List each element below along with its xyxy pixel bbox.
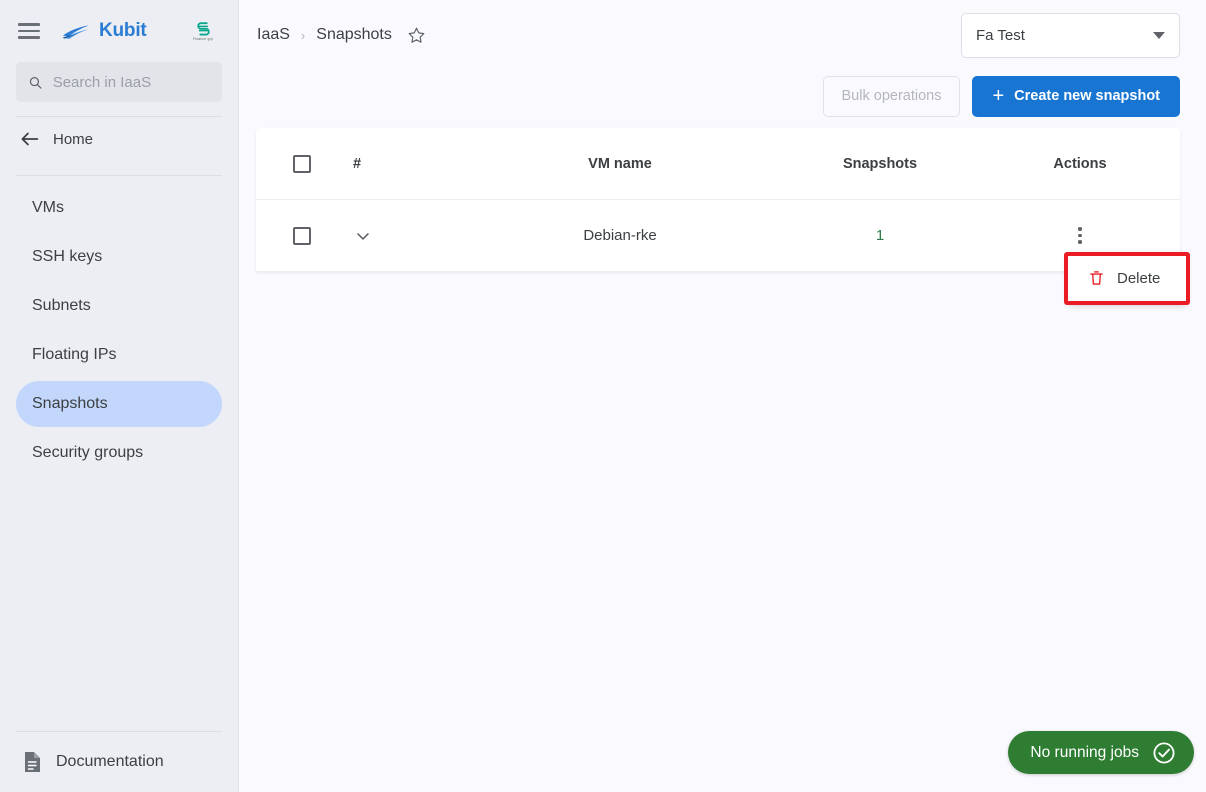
column-header-vm-name: VM name	[588, 155, 652, 172]
column-header-snapshots: Snapshots	[842, 155, 918, 172]
brand-name: Kubit	[99, 20, 147, 41]
sidebar-item-home[interactable]: Home	[0, 117, 238, 161]
more-vertical-icon[interactable]	[1074, 223, 1085, 247]
create-new-snapshot-button[interactable]: + Create new snapshot	[972, 75, 1180, 117]
sidebar-item-label: Snapshots	[32, 395, 108, 412]
table-header-select-all	[256, 154, 348, 173]
search-wrapper	[0, 62, 238, 102]
running-jobs-label: No running jobs	[1030, 743, 1139, 761]
app-root: Kubit Finance grp Search in IaaS Home VM…	[0, 0, 1206, 792]
arrow-left-icon	[21, 132, 39, 146]
create-new-snapshot-label: Create new snapshot	[1014, 88, 1160, 104]
sidebar-item-label: VMs	[32, 199, 64, 216]
breadcrumb-item-snapshots[interactable]: Snapshots	[316, 26, 392, 44]
action-bar: Bulk operations + Create new snapshot	[239, 70, 1206, 122]
sidebar-item-subnets[interactable]: Subnets	[16, 283, 222, 329]
chevron-down-icon[interactable]	[353, 226, 373, 246]
row-vm-name-cell: Debian-rke	[460, 227, 780, 244]
document-icon	[25, 752, 40, 772]
context-menu-item-delete[interactable]: Delete	[1068, 253, 1186, 303]
top-bar: IaaS › Snapshots Fa Test	[239, 0, 1206, 70]
account-select[interactable]: Fa Test	[961, 12, 1180, 58]
sidebar: Kubit Finance grp Search in IaaS Home VM…	[0, 0, 239, 792]
hamburger-icon[interactable]	[18, 23, 40, 39]
breadcrumb-item-iaas[interactable]: IaaS	[257, 26, 290, 44]
wave-logo-icon	[62, 25, 89, 39]
breadcrumb-separator: ›	[300, 27, 306, 43]
breadcrumb: IaaS › Snapshots	[257, 26, 426, 45]
row-vm-name: Debian-rke	[583, 227, 657, 244]
row-snapshots-cell: 1	[780, 227, 980, 244]
sidebar-item-label: Subnets	[32, 297, 91, 314]
chevron-down-icon	[1153, 31, 1165, 39]
sidebar-footer: Documentation	[0, 731, 238, 792]
account-select-value: Fa Test	[976, 26, 1025, 44]
star-outline-icon[interactable]	[407, 26, 426, 45]
check-circle-icon	[1153, 741, 1175, 764]
row-snapshots-count[interactable]: 1	[876, 227, 884, 244]
brand-logo[interactable]: Kubit	[62, 20, 147, 42]
search-box[interactable]	[16, 62, 222, 102]
sidebar-item-label: Security groups	[32, 444, 144, 461]
sidebar-item-documentation[interactable]: Documentation	[0, 732, 238, 792]
delete-label: Delete	[1117, 269, 1161, 287]
sidebar-item-ssh-keys[interactable]: SSH keys	[16, 234, 222, 280]
sidebar-item-snapshots[interactable]: Snapshots	[16, 381, 222, 427]
documentation-label: Documentation	[56, 753, 164, 770]
partner-subtitle: Finance grp	[192, 37, 214, 42]
table-header-vm-name: VM name	[460, 156, 780, 172]
search-icon	[29, 76, 42, 89]
sidebar-nav: VMs SSH keys Subnets Floating IPs Snapsh…	[0, 176, 238, 479]
partner-logo: Finance grp	[186, 20, 220, 41]
bulk-operations-button[interactable]: Bulk operations	[822, 75, 961, 117]
sidebar-item-floating-ips[interactable]: Floating IPs	[16, 332, 222, 378]
row-actions-cell	[980, 223, 1180, 247]
table-header-snapshots: Snapshots	[780, 156, 980, 172]
table-header-index: #	[348, 156, 460, 172]
sidebar-item-label: SSH keys	[32, 248, 103, 265]
trash-icon	[1090, 271, 1103, 285]
plus-icon: +	[992, 85, 1005, 107]
status-badge[interactable]: No running jobs	[1008, 731, 1194, 774]
column-header-index: #	[353, 155, 362, 172]
search-input[interactable]	[52, 73, 210, 91]
table-header-row: # VM name Snapshots Actions	[256, 128, 1180, 200]
snapshots-table: # VM name Snapshots Actions Debian-rke 1	[256, 128, 1180, 272]
sidebar-header: Kubit Finance grp	[0, 0, 238, 62]
sidebar-item-label: Floating IPs	[32, 346, 117, 363]
home-label: Home	[53, 130, 94, 148]
row-checkbox[interactable]	[293, 226, 311, 245]
sidebar-item-vms[interactable]: VMs	[16, 185, 222, 231]
s-logo-icon	[196, 22, 210, 36]
row-select-cell	[256, 226, 348, 245]
sidebar-item-security-groups[interactable]: Security groups	[16, 430, 222, 476]
main-content: IaaS › Snapshots Fa Test Bulk operations…	[239, 0, 1206, 792]
select-all-checkbox[interactable]	[293, 154, 311, 173]
table-row: Debian-rke 1	[256, 200, 1180, 272]
row-expand-cell	[348, 226, 460, 246]
table-header-actions: Actions	[980, 156, 1180, 172]
column-header-actions: Actions	[1053, 155, 1107, 172]
